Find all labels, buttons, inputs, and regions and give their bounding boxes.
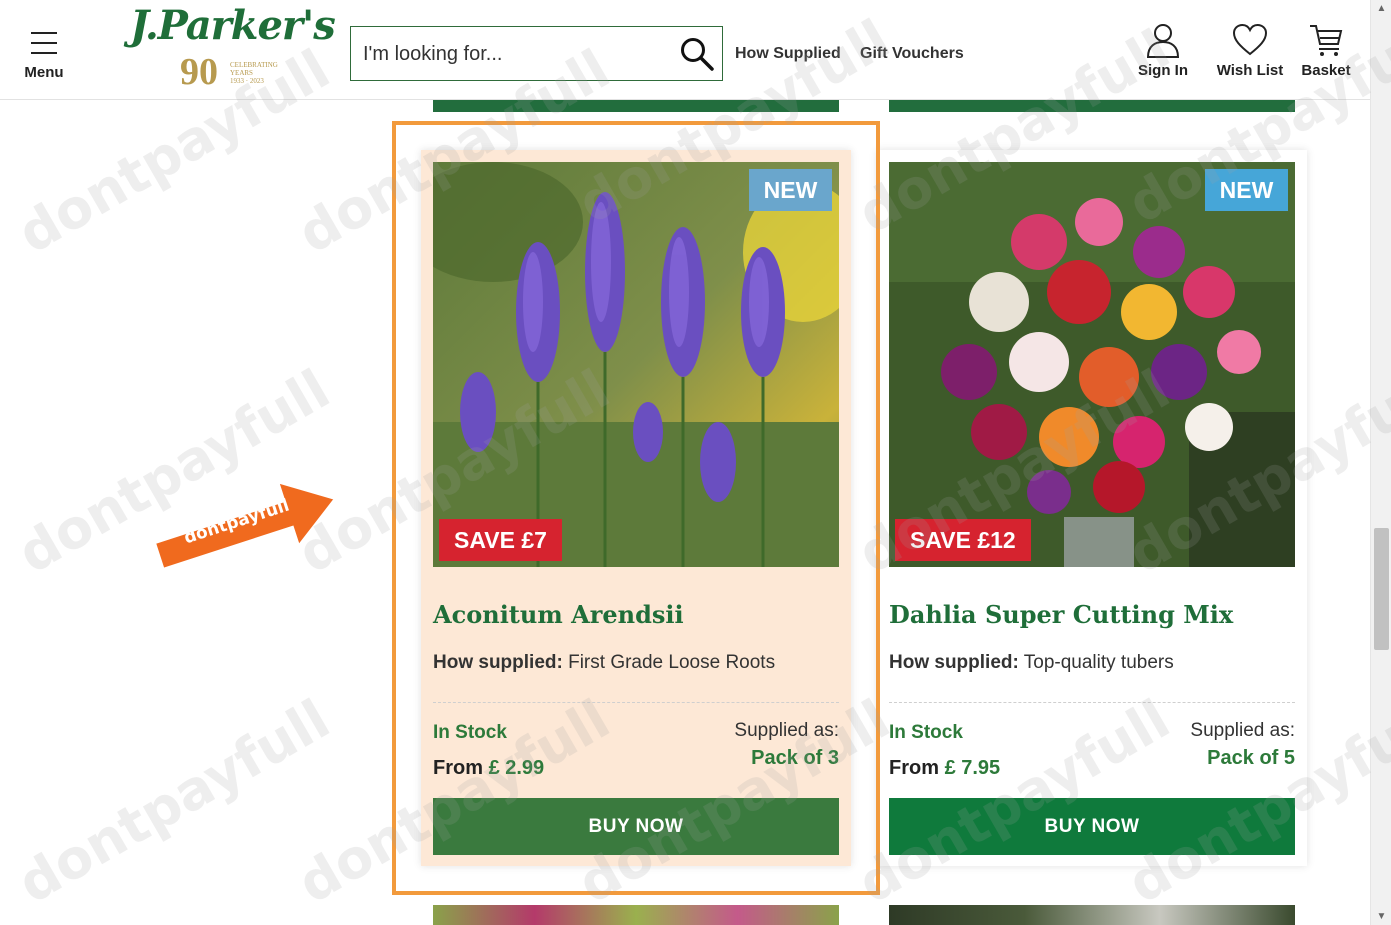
how-supplied-value: First Grade Loose Roots [568,652,776,673]
logo-subtitle: CELEBRATING YEARS 1933 · 2023 [230,61,278,85]
price-value: £ 7.95 [944,757,1001,779]
logo-script: J.Parker's [130,2,336,49]
supplied-as-value: Pack of 5 [1207,747,1295,769]
product-image-aconitum[interactable]: NEW SAVE £7 [433,162,839,567]
scroll-down-arrow-icon[interactable]: ▼ [1371,908,1391,925]
buy-now-button[interactable]: BUY NOW [889,798,1295,855]
how-supplied-text: How supplied: First Grade Loose Roots [433,652,775,674]
search-box [350,26,723,81]
nav-how-supplied[interactable]: How Supplied [735,45,841,63]
sign-in-button[interactable]: Sign In [1128,22,1198,79]
scroll-up-arrow-icon[interactable]: ▲ [1371,0,1391,17]
nav-gift-vouchers[interactable]: Gift Vouchers [860,45,964,63]
sign-in-label: Sign In [1138,62,1188,79]
product-image-dahlia[interactable]: NEW SAVE £12 [889,162,1295,567]
product-card: NEW SAVE £12 Dahlia Super Cutting Mix Ho… [877,150,1307,866]
search-input[interactable] [363,39,663,69]
wish-list-label: Wish List [1216,62,1284,79]
search-icon [681,38,714,71]
basket-label: Basket [1301,62,1351,79]
next-product-image[interactable] [433,905,839,925]
how-supplied-value: Top-quality tubers [1023,652,1174,673]
scroll-thumb[interactable] [1374,528,1389,650]
product-title[interactable]: Dahlia Super Cutting Mix [889,600,1233,629]
divider [433,702,839,703]
buy-now-button[interactable]: BUY NOW [433,798,839,855]
heart-icon [1232,23,1268,56]
stock-status: In Stock [889,722,963,743]
new-badge: NEW [749,169,832,211]
price-text: From £ 2.99 [433,757,544,780]
price-text: From £ 7.95 [889,757,1000,780]
new-badge: NEW [1205,169,1288,211]
logo-90: 90 [180,51,218,93]
user-icon [1146,24,1180,58]
wish-list-button[interactable]: Wish List [1215,22,1285,79]
save-badge: SAVE £12 [895,519,1031,561]
watermark: dontpayfull [7,687,341,916]
promo-arrow-tag: dontpayfull [140,472,350,582]
supplied-as-label: Supplied as: [734,720,839,741]
how-supplied-label: How supplied: [433,652,563,673]
save-badge: SAVE £7 [439,519,562,561]
basket-icon [1310,25,1343,56]
supplied-as-value: Pack of 3 [751,747,839,769]
product-card: NEW SAVE £7 Aconitum Arendsii How suppli… [421,150,851,866]
how-supplied-label: How supplied: [889,652,1019,673]
product-photo [433,162,839,567]
price-value: £ 2.99 [488,757,545,779]
prev-buy-button-stub[interactable] [889,100,1295,112]
next-product-image[interactable] [889,905,1295,925]
menu-label: Menu [24,64,64,81]
basket-button[interactable]: Basket [1291,22,1361,79]
from-label: From [433,757,483,779]
product-photo [889,162,1295,567]
menu-button[interactable]: Menu [20,26,68,86]
page-scrollbar[interactable]: ▲ ▼ [1370,0,1391,925]
site-header: Menu J.Parker's 90 CELEBRATING YEARS 193… [0,0,1370,100]
supplied-as-label: Supplied as: [1190,720,1295,741]
site-logo[interactable]: J.Parker's 90 CELEBRATING YEARS 1933 · 2… [126,0,336,96]
divider [889,702,1295,703]
prev-buy-button-stub[interactable] [433,100,839,112]
how-supplied-text: How supplied: Top-quality tubers [889,652,1174,674]
from-label: From [889,757,939,779]
stock-status: In Stock [433,722,507,743]
hamburger-icon [20,26,68,54]
search-button[interactable] [678,35,716,73]
product-title[interactable]: Aconitum Arendsii [433,600,684,629]
